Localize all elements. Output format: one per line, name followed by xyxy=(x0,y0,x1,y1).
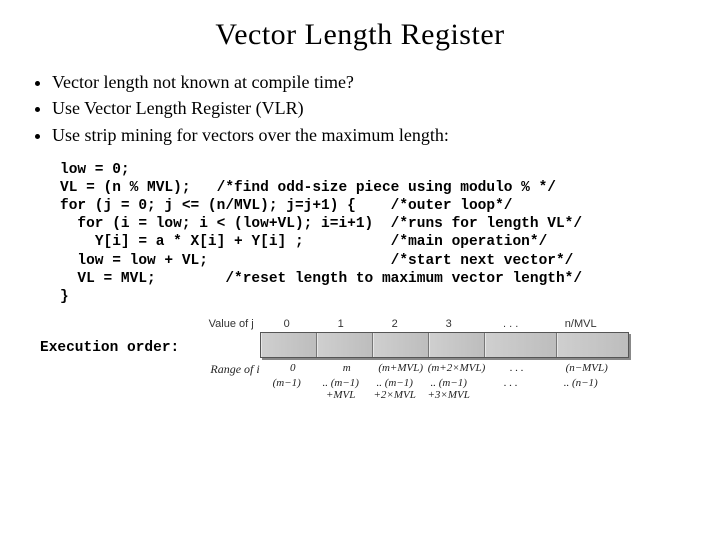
range-bot-ellipsis: . . . xyxy=(476,377,546,401)
j-value: 2 xyxy=(368,318,422,330)
range-top-values: 0 m (m+MVL) (m+2×MVL) . . . (n−MVL) xyxy=(266,362,622,377)
j-value: 0 xyxy=(260,318,314,330)
range-top-ellipsis: . . . xyxy=(482,362,552,377)
j-value-ellipsis: . . . xyxy=(476,318,546,330)
strip-box xyxy=(373,333,429,357)
strip-mining-diagram: Value of j 0 1 2 3 . . . n/MVL xyxy=(190,318,629,401)
range-bot: .. (m−1) +MVL xyxy=(314,377,368,401)
execution-order-row: Execution order: Value of j 0 1 2 3 . . … xyxy=(40,318,690,401)
range-top: 0 xyxy=(266,362,320,377)
strip-box xyxy=(429,333,485,357)
range-bot: .. (n−1) xyxy=(546,377,616,401)
slide: Vector Length Register Vector length not… xyxy=(0,0,720,411)
bullet-item: Use strip mining for vectors over the ma… xyxy=(52,123,690,147)
range-top: (m+2×MVL) xyxy=(428,362,482,377)
strip-box-ellipsis xyxy=(485,333,557,357)
strip-box xyxy=(557,333,628,357)
range-bot: (m−1) xyxy=(260,377,314,401)
j-value-row: Value of j 0 1 2 3 . . . n/MVL xyxy=(190,318,629,330)
bullet-item: Vector length not known at compile time? xyxy=(52,70,690,94)
range-top: (n−MVL) xyxy=(552,362,622,377)
j-value: 1 xyxy=(314,318,368,330)
j-label: Value of j xyxy=(190,318,260,330)
strip-boxes-row xyxy=(190,332,629,358)
range-label: Range of i xyxy=(190,362,266,377)
bullet-item: Use Vector Length Register (VLR) xyxy=(52,96,690,120)
j-values: 0 1 2 3 . . . n/MVL xyxy=(260,318,616,330)
execution-order-label: Execution order: xyxy=(40,340,179,356)
range-top: m xyxy=(320,362,374,377)
bullet-list: Vector length not known at compile time?… xyxy=(30,70,690,147)
strip-box xyxy=(317,333,373,357)
strip-box xyxy=(261,333,317,357)
slide-title: Vector Length Register xyxy=(30,18,690,52)
j-value: 3 xyxy=(422,318,476,330)
range-top: (m+MVL) xyxy=(374,362,428,377)
range-bot-values: (m−1) .. (m−1) +MVL .. (m−1) +2×MVL .. (… xyxy=(260,377,616,401)
range-top-row: Range of i 0 m (m+MVL) (m+2×MVL) . . . (… xyxy=(190,362,629,377)
range-bot-row: (m−1) .. (m−1) +MVL .. (m−1) +2×MVL .. (… xyxy=(190,377,629,401)
strip-boxes xyxy=(260,332,629,358)
range-bot: .. (m−1) +3×MVL xyxy=(422,377,476,401)
j-value: n/MVL xyxy=(546,318,616,330)
range-bot: .. (m−1) +2×MVL xyxy=(368,377,422,401)
code-block: low = 0; VL = (n % MVL); /*find odd-size… xyxy=(60,161,680,306)
